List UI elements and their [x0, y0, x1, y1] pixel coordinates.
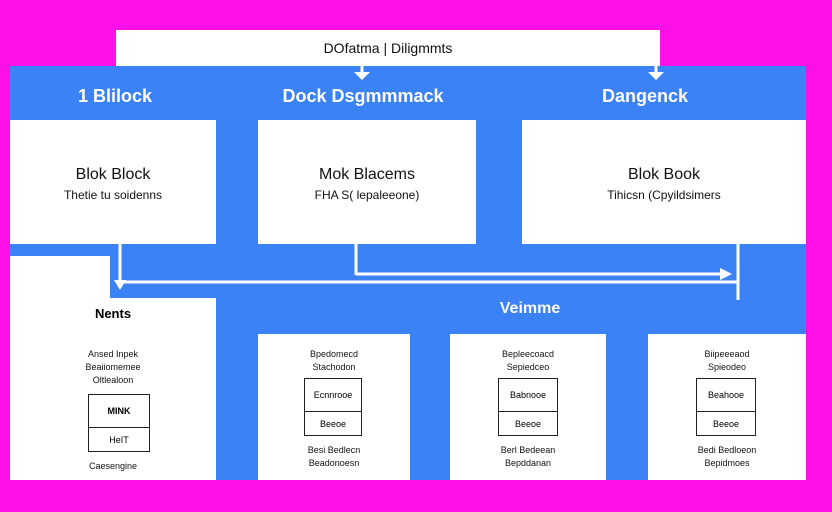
left-panel-line-1: Ansed Inpek — [87, 349, 139, 359]
left-panel-table-row-1: MINK — [89, 395, 149, 428]
left-panel-line-3: Oltlealoon — [92, 375, 134, 385]
left-panel-table: MINK HeIT — [88, 394, 150, 452]
top-box-1-title: Blok Block — [75, 166, 151, 183]
bottom-box-1-footer-2: Beadonoesn — [308, 458, 360, 468]
bottom-box-3-footer-2: Bepidmoes — [704, 458, 750, 468]
bottom-box-2: Bepleecoacd Sepiedceo Babnooe Beeoe Berl… — [450, 334, 606, 480]
bottom-box-2-table: Babnooe Beeoe — [498, 378, 558, 436]
bottom-box-1-table: Ecnnrooe Beeoe — [304, 378, 362, 436]
bottom-box-1-line-1: Bpedomecd — [309, 349, 359, 359]
bottom-box-1-line-2: Stachodon — [312, 362, 356, 372]
top-box-3: Blok Book Tihicsn (Cpyildsimers — [522, 120, 806, 244]
bottom-box-1-row-2: Beeoe — [319, 419, 347, 429]
bottom-box-2-row-1: Babnooe — [499, 379, 557, 412]
left-panel-line-2: Beaiiomemee — [85, 362, 141, 372]
bottom-box-2-line-2: Sepiedceo — [506, 362, 550, 372]
top-box-3-title: Blok Book — [627, 166, 701, 183]
mid-label: Veimme — [499, 300, 561, 317]
header-2: Dock Dsgmmmack — [282, 86, 444, 106]
left-panel: Nents Ansed Inpek Beaiiomemee Oltlealoon… — [10, 298, 216, 480]
top-box-1: Blok Block Thetie tu soidenns — [10, 120, 216, 244]
bottom-box-2-row-2: Beeoe — [514, 419, 542, 429]
bottom-box-3-line-2: Spieodeo — [707, 362, 747, 372]
top-box-3-subtitle: Tihicsn (Cpyildsimers — [607, 188, 721, 202]
bottom-box-2-line-1: Bepleecoacd — [501, 349, 555, 359]
bottom-box-3: Biipeeeaod Spieodeo Beahooe Beeoe Bedi B… — [648, 334, 806, 480]
top-box-2-subtitle: FHA S( lepaleeone) — [314, 188, 420, 202]
top-box-1-subtitle: Thetie tu soidenns — [63, 188, 163, 202]
bottom-box-3-table: Beahooe Beeoe — [696, 378, 756, 436]
left-panel-footer: Caesengine — [88, 461, 138, 471]
header-1: 1 Blilock — [77, 86, 153, 106]
bottom-box-3-line-1: Biipeeeaod — [704, 349, 750, 359]
bottom-box-1: Bpedomecd Stachodon Ecnnrooe Beeoe Besi … — [258, 334, 410, 480]
bottom-box-2-footer-1: Berl Bedeean — [500, 445, 556, 455]
bottom-box-2-footer-2: Bepddanan — [504, 458, 552, 468]
bottom-box-1-row-1: Ecnnrooe — [305, 379, 361, 412]
header-3: Dangenck — [601, 86, 689, 106]
left-panel-title: Nents — [94, 306, 132, 321]
top-box-2: Mok Blacems FHA S( lepaleeone) — [258, 120, 476, 244]
bottom-box-3-row-1: Beahooe — [697, 379, 755, 412]
bottom-box-3-footer-1: Bedi Bedloeon — [697, 445, 757, 455]
bottom-box-1-footer-1: Besi Bedlecn — [307, 445, 361, 455]
top-box-2-title: Mok Blacems — [318, 166, 416, 183]
bottom-box-3-row-2: Beeoe — [712, 419, 740, 429]
left-panel-table-row-2: HeIT — [109, 435, 129, 445]
